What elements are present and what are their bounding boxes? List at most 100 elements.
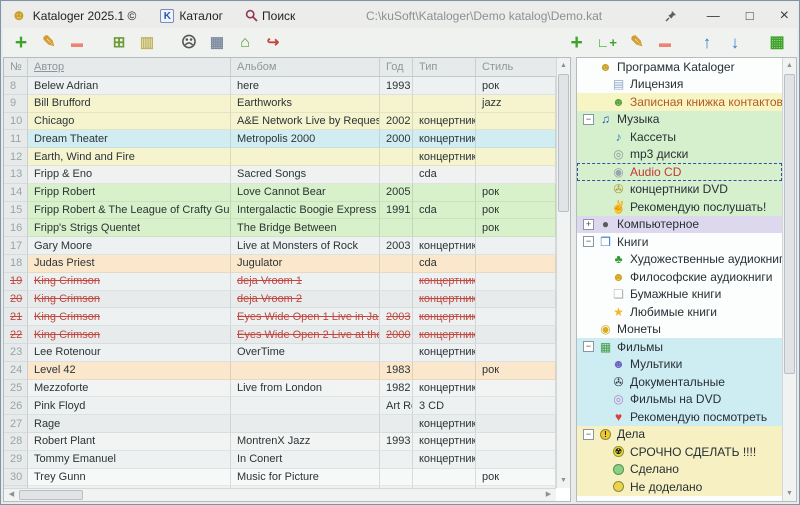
tree-item[interactable]: ☢СРОЧНО СДЕЛАТЬ !!!! <box>577 443 782 461</box>
scroll-right-icon[interactable]: ▶ <box>542 489 555 501</box>
tree-vscroll-thumb[interactable] <box>784 74 795 374</box>
table-row[interactable]: 30Trey GunnMusic for Pictureрок <box>4 469 556 487</box>
scroll-down-icon[interactable]: ▼ <box>557 474 570 487</box>
column-header[interactable]: Год <box>380 58 413 76</box>
table-row[interactable]: 28Robert PlantMontrenX Jazz1993концертни… <box>4 433 556 451</box>
exit-arrow-icon[interactable]: ↪ <box>265 33 281 53</box>
tree-table-icon[interactable]: ▦ <box>769 33 785 53</box>
menu-search[interactable]: Поиск <box>245 9 295 23</box>
collapse-icon[interactable]: − <box>583 429 594 440</box>
app-smiley-icon: ☻ <box>598 60 613 74</box>
table-row[interactable]: 25MezzoforteLive from London1982концертн… <box>4 380 556 398</box>
column-header[interactable]: Тип <box>413 58 476 76</box>
tree-item[interactable]: +●Компьютерное <box>577 216 782 234</box>
records-table: №АвторАльбомГодТипСтиль 8Belew Adrianher… <box>3 57 571 502</box>
table-row[interactable]: 10ChicagoA&E Network Live by Request2002… <box>4 113 556 131</box>
scroll-down-icon[interactable]: ▼ <box>783 487 796 500</box>
tree-item[interactable]: ✌Рекомендую послушать! <box>577 198 782 216</box>
table-row[interactable]: 27Rageконцертник <box>4 415 556 433</box>
table-hscrollbar[interactable]: ◀ ▶ <box>4 488 556 501</box>
tree-item[interactable]: ★Любимые книги <box>577 303 782 321</box>
edit-record-icon[interactable]: ✎ <box>41 33 57 53</box>
tree-item[interactable]: −♫Музыка <box>577 111 782 129</box>
tree-item[interactable]: ◎Фильмы на DVD <box>577 391 782 409</box>
insert-cell-icon[interactable]: ⊞ <box>111 33 127 53</box>
table-row[interactable]: 15Fripp Robert & The League of Crafty Gu… <box>4 202 556 220</box>
columns-icon[interactable]: ▥ <box>139 33 155 53</box>
tree-item[interactable]: −▦Фильмы <box>577 338 782 356</box>
scroll-up-icon[interactable]: ▲ <box>557 59 570 72</box>
tree-item[interactable]: ◉Монеты <box>577 321 782 339</box>
expand-icon[interactable]: + <box>583 219 594 230</box>
tree-item[interactable]: ◉Audio CD <box>577 163 782 181</box>
scroll-up-icon[interactable]: ▲ <box>783 59 796 72</box>
smiley-face-icon[interactable]: ☹ <box>181 33 197 53</box>
table-vscrollbar[interactable]: ▲ ▼ <box>556 58 570 488</box>
tree-edit-icon[interactable]: ✎ <box>629 33 645 53</box>
tree-item[interactable]: ☻Философские аудиокниги <box>577 268 782 286</box>
tree-item[interactable]: −!Дела <box>577 426 782 444</box>
tree-delete-icon[interactable]: ▬ <box>657 33 673 53</box>
album-cell: Live from London <box>231 380 380 398</box>
pin-icon[interactable] <box>665 10 677 22</box>
tree-item[interactable]: ◎mp3 диски <box>577 146 782 164</box>
table-row[interactable]: 29Tommy EmanuelIn Conertконцертник <box>4 451 556 469</box>
table-row[interactable]: 9Bill BruffordEarthworksjazz <box>4 95 556 113</box>
style-cell: рок <box>476 469 556 487</box>
collapse-icon[interactable]: − <box>583 114 594 125</box>
table-row[interactable]: 23Lee RotenourOverTimeконцертник <box>4 344 556 362</box>
delete-record-icon[interactable]: ▬ <box>69 33 85 53</box>
table-row[interactable]: 20King Crimsondeja Vroom 2концертник <box>4 291 556 309</box>
move-down-icon[interactable]: ↓ <box>727 33 743 53</box>
table-row[interactable]: 26Pink FloydArt Rock3 CD <box>4 397 556 415</box>
tree-item[interactable]: ✇Документальные <box>577 373 782 391</box>
tree-item[interactable]: ☻Записная книжка контактов <box>577 93 782 111</box>
column-header[interactable]: № <box>4 58 28 76</box>
yellow-face-icon: ☻ <box>611 270 626 284</box>
add-record-icon[interactable]: + <box>13 33 29 53</box>
tree-add-child-icon[interactable]: ∟+ <box>597 33 617 53</box>
table-row[interactable]: 18Judas PriestJugulatorcda <box>4 255 556 273</box>
table-row[interactable]: 13Fripp & EnoSacred Songscda <box>4 166 556 184</box>
hscroll-thumb[interactable] <box>19 490 83 500</box>
table-row[interactable]: 21King CrimsonEyes Wide Open 1 Live in J… <box>4 308 556 326</box>
tree-item[interactable]: ♣Художественные аудиокниги <box>577 251 782 269</box>
move-up-icon[interactable]: ↑ <box>699 33 715 53</box>
vscroll-thumb[interactable] <box>558 74 569 212</box>
type-cell: концертник <box>413 326 476 344</box>
column-header[interactable]: Стиль <box>476 58 556 76</box>
collapse-icon[interactable]: − <box>583 341 594 352</box>
grid-icon[interactable]: ▦ <box>209 33 225 53</box>
table-row[interactable]: 8Belew Adrianhere1993рок <box>4 77 556 95</box>
tree-add-icon[interactable]: + <box>569 33 585 53</box>
home-icon[interactable]: ⌂ <box>237 33 253 53</box>
table-row[interactable]: 14Fripp RobertLove Cannot Bear2005рок <box>4 184 556 202</box>
menu-catalog[interactable]: K Каталог <box>160 9 223 23</box>
column-header[interactable]: Альбом <box>231 58 380 76</box>
tree-item[interactable]: ♥Рекомендую посмотреть <box>577 408 782 426</box>
tree-item[interactable]: ❏Бумажные книги <box>577 286 782 304</box>
table-row[interactable]: 24Level 421983рок <box>4 362 556 380</box>
collapse-icon[interactable]: − <box>583 236 594 247</box>
tree-item[interactable]: ☻Программа Kataloger <box>577 58 782 76</box>
tree-item[interactable]: ♪Кассеты <box>577 128 782 146</box>
table-row[interactable]: 12Earth, Wind and Fireконцертник <box>4 148 556 166</box>
tree-item[interactable]: ☻Мультики <box>577 356 782 374</box>
table-row[interactable]: 19King Crimsondeja Vroom 1концертник <box>4 273 556 291</box>
tree-item[interactable]: Сделано <box>577 461 782 479</box>
tree-item[interactable]: Не доделано <box>577 478 782 496</box>
tree-item[interactable]: −❒Книги <box>577 233 782 251</box>
minimize-button[interactable]: — <box>707 9 720 22</box>
close-button[interactable]: × <box>780 9 789 22</box>
column-header[interactable]: Автор <box>28 58 231 76</box>
maximize-button[interactable]: □ <box>746 9 754 22</box>
table-row[interactable]: 22King CrimsonEyes Wide Open 2 Live at t… <box>4 326 556 344</box>
table-row[interactable]: 16Fripp's Strigs QuentetThe Bridge Betwe… <box>4 219 556 237</box>
scroll-left-icon[interactable]: ◀ <box>5 489 18 501</box>
author-cell: Fripp Robert & The League of Crafty Guit… <box>28 202 231 220</box>
table-row[interactable]: 11Dream TheaterMetropolis 20002000концер… <box>4 130 556 148</box>
tree-vscrollbar[interactable]: ▲ ▼ <box>782 58 796 501</box>
table-row[interactable]: 17Gary MooreLive at Monsters of Rock2003… <box>4 237 556 255</box>
tree-item[interactable]: ✇концертники DVD <box>577 181 782 199</box>
tree-item[interactable]: ▤Лицензия <box>577 76 782 94</box>
